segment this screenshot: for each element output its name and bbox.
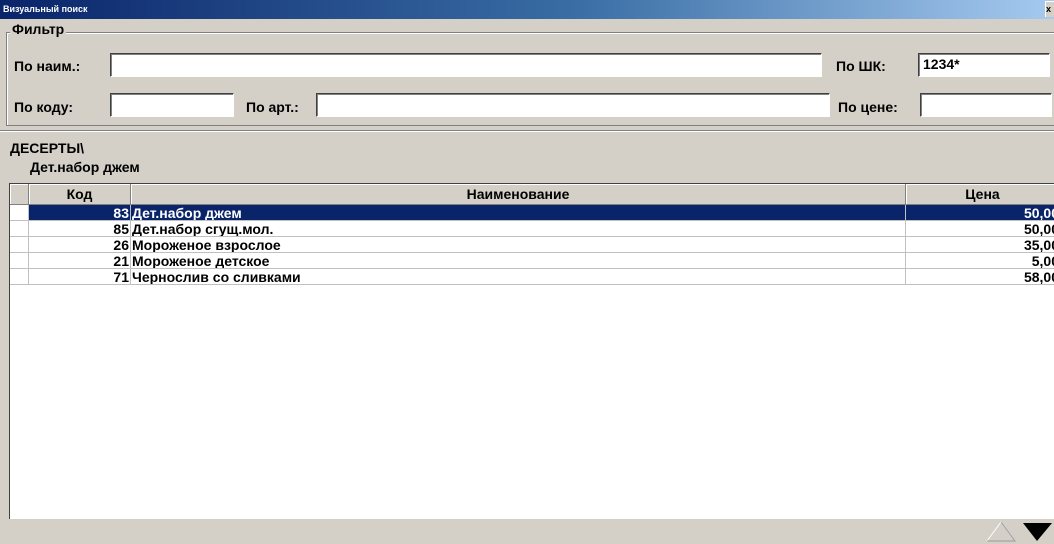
row-price: 58,00 xyxy=(906,269,1054,285)
row-indicator xyxy=(10,269,29,285)
row-name: Мороженое взрослое xyxy=(131,237,906,253)
triangle-up-icon xyxy=(986,521,1016,542)
scroll-down-button[interactable] xyxy=(1021,518,1054,544)
header-code[interactable]: Код xyxy=(29,184,131,204)
row-price: 50,00 xyxy=(906,221,1054,237)
barcode-filter-label: По ШК: xyxy=(836,58,886,74)
row-name: Мороженое детское xyxy=(131,253,906,269)
items-table[interactable]: Код Наименование Цена 83 Дет.набор джем 50… xyxy=(9,183,1054,519)
row-code: 26 xyxy=(29,237,131,253)
row-indicator xyxy=(10,205,29,221)
row-indicator xyxy=(10,253,29,269)
row-name: Дет.набор джем xyxy=(131,205,906,221)
row-name: Чернослив со сливками xyxy=(131,269,906,285)
bottom-bar xyxy=(0,519,1054,544)
price-filter-label: По цене: xyxy=(838,99,898,115)
row-indicator xyxy=(10,221,29,237)
barcode-filter-input[interactable]: 1234* xyxy=(918,53,1050,77)
group-path: ДЕСЕРТЫ\ xyxy=(10,140,85,156)
header-name[interactable]: Наименование xyxy=(131,184,906,204)
article-filter-input[interactable] xyxy=(316,93,830,117)
window-title: Визуальный поиск xyxy=(3,4,88,14)
header-indicator xyxy=(10,184,29,204)
table-row[interactable]: 85Дет.набор сгущ.мол.50,00 xyxy=(10,221,1054,237)
row-code: 71 xyxy=(29,269,131,285)
row-code: 83 xyxy=(29,205,131,221)
price-filter-input[interactable] xyxy=(920,93,1052,117)
name-filter-label: По наим.: xyxy=(14,58,81,74)
code-filter-input[interactable] xyxy=(110,93,234,117)
divider xyxy=(0,130,1054,132)
table-row[interactable]: 21Мороженое детское5,00 xyxy=(10,253,1054,269)
name-filter-input[interactable] xyxy=(110,53,822,77)
table-header: Код Наименование Цена xyxy=(10,184,1054,205)
scroll-up-button[interactable] xyxy=(984,518,1018,544)
row-price: 5,00 xyxy=(906,253,1054,269)
table-row[interactable]: 83Дет.набор джем50,00 xyxy=(10,205,1054,221)
triangle-down-icon xyxy=(1023,523,1052,541)
current-item-label: Дет.набор джем xyxy=(30,159,140,175)
header-price[interactable]: Цена xyxy=(906,184,1054,204)
table-row[interactable]: 26Мороженое взрослое35,00 xyxy=(10,237,1054,253)
row-price: 50,00 xyxy=(906,205,1054,221)
row-code: 21 xyxy=(29,253,131,269)
table-row[interactable]: 71Чернослив со сливками58,00 xyxy=(10,269,1054,285)
title-bar: Визуальный поиск x xyxy=(0,0,1054,19)
row-price: 35,00 xyxy=(906,237,1054,253)
row-code: 85 xyxy=(29,221,131,237)
row-name: Дет.набор сгущ.мол. xyxy=(131,221,906,237)
row-indicator xyxy=(10,237,29,253)
close-button[interactable]: x xyxy=(1045,1,1054,17)
article-filter-label: По арт.: xyxy=(246,99,299,115)
filter-legend: Фильтр xyxy=(10,21,67,37)
code-filter-label: По коду: xyxy=(14,99,74,115)
